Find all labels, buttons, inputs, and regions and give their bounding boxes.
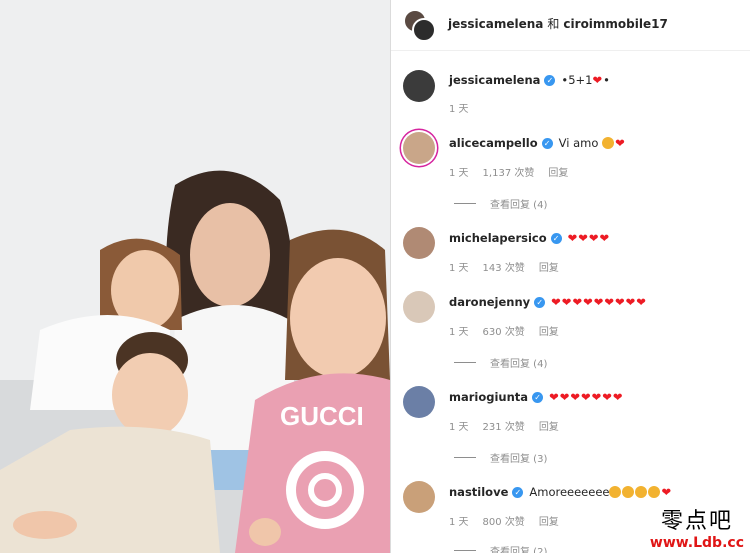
hearts-emoji: ❤❤❤❤❤❤❤ [549,390,624,404]
comments-panel: jessicamelena 和 ciroimmobile17 jessicamele… [391,0,750,553]
comment-time: 1 天 [449,517,469,528]
watermark-url: www.Ldb.cc [649,535,744,551]
reply-button[interactable]: 回复 [539,327,559,338]
reply-button[interactable]: 回复 [548,168,568,179]
caption-time: 1 天 [449,104,469,115]
caption-text: •5+1 [561,73,593,87]
view-replies-button[interactable]: 查看回复 (4) [454,355,547,370]
replies-dash [454,203,476,204]
view-replies-label: 查看回复 (3) [490,454,548,465]
verified-icon: ✓ [544,74,556,86]
reply-button[interactable]: 回复 [539,422,559,433]
verified-icon: ✓ [512,486,524,498]
avatar[interactable] [403,386,435,418]
header-user2-link[interactable]: ciroimmobile17 [563,17,667,31]
header-avatars[interactable] [403,9,436,42]
post-header: jessicamelena 和 ciroimmobile17 [391,0,750,51]
caption-username[interactable]: jessicamelena [449,73,540,87]
heart-icon: ❤ [615,136,626,150]
like-count[interactable]: 800 次赞 [483,517,525,528]
like-count[interactable]: 1,137 次赞 [483,168,535,179]
svg-text:GUCCI: GUCCI [280,401,364,431]
avatar[interactable] [403,227,435,259]
watermark-cn: 零点吧 [660,509,733,534]
view-replies-button[interactable]: 查看回复 (4) [454,196,547,211]
view-replies-button[interactable]: 查看回复 (2) [454,543,547,553]
header-conjunction: 和 [547,17,560,31]
hearts-emoji: ❤ [661,485,673,499]
heart-eyes-icon [648,486,661,498]
comment-time: 1 天 [449,263,469,274]
view-replies-button[interactable]: 查看回复 (3) [454,450,547,465]
comment-text: Vi amo [558,136,599,150]
comment-username[interactable]: daronejenny [449,295,530,309]
comment-username[interactable]: alicecampello [449,136,538,150]
comment-time: 1 天 [449,168,469,179]
like-count[interactable]: 143 次赞 [483,263,525,274]
comment-username[interactable]: mariogiunta [449,390,528,404]
caption-text-suffix: • [603,73,610,87]
comment-username[interactable]: michelapersico [449,231,547,245]
crying-face-icon [602,137,615,149]
replies-dash [454,362,476,363]
like-count[interactable]: 231 次赞 [483,422,525,433]
heart-eyes-icon [622,486,635,498]
hearts-emoji: ❤❤❤❤ [567,231,611,245]
heart-eyes-icon [609,486,622,498]
heart-eyes-icon [635,486,648,498]
avatar[interactable] [403,70,435,102]
like-count[interactable]: 630 次赞 [483,327,525,338]
comment-text: Amoreeeeeee [529,485,610,499]
reply-button[interactable]: 回复 [539,517,559,528]
avatar[interactable] [403,481,435,513]
avatar [412,18,436,42]
avatar[interactable] [403,291,435,323]
view-replies-label: 查看回复 (4) [490,200,548,211]
avatar[interactable] [403,132,435,164]
reply-button[interactable]: 回复 [539,263,559,274]
heart-icon: ❤ [592,73,604,87]
view-replies-label: 查看回复 (2) [490,547,548,553]
verified-icon: ✓ [532,391,544,403]
verified-icon: ✓ [550,232,562,244]
comment-time: 1 天 [449,422,469,433]
watermark: 零点吧 www.Ldb.cc [650,503,744,551]
header-usernames: jessicamelena 和 ciroimmobile17 [448,15,668,32]
comment-time: 1 天 [449,327,469,338]
comment-username[interactable]: nastilove [449,485,508,499]
view-replies-label: 查看回复 (4) [490,359,548,370]
replies-dash [454,550,476,551]
header-user1-link[interactable]: jessicamelena [448,17,543,31]
replies-dash [454,457,476,458]
verified-icon: ✓ [541,137,553,149]
post-photo: GUCCI [0,0,390,553]
verified-icon: ✓ [534,296,546,308]
hearts-emoji: ❤❤❤❤❤❤❤❤❤ [551,295,647,309]
